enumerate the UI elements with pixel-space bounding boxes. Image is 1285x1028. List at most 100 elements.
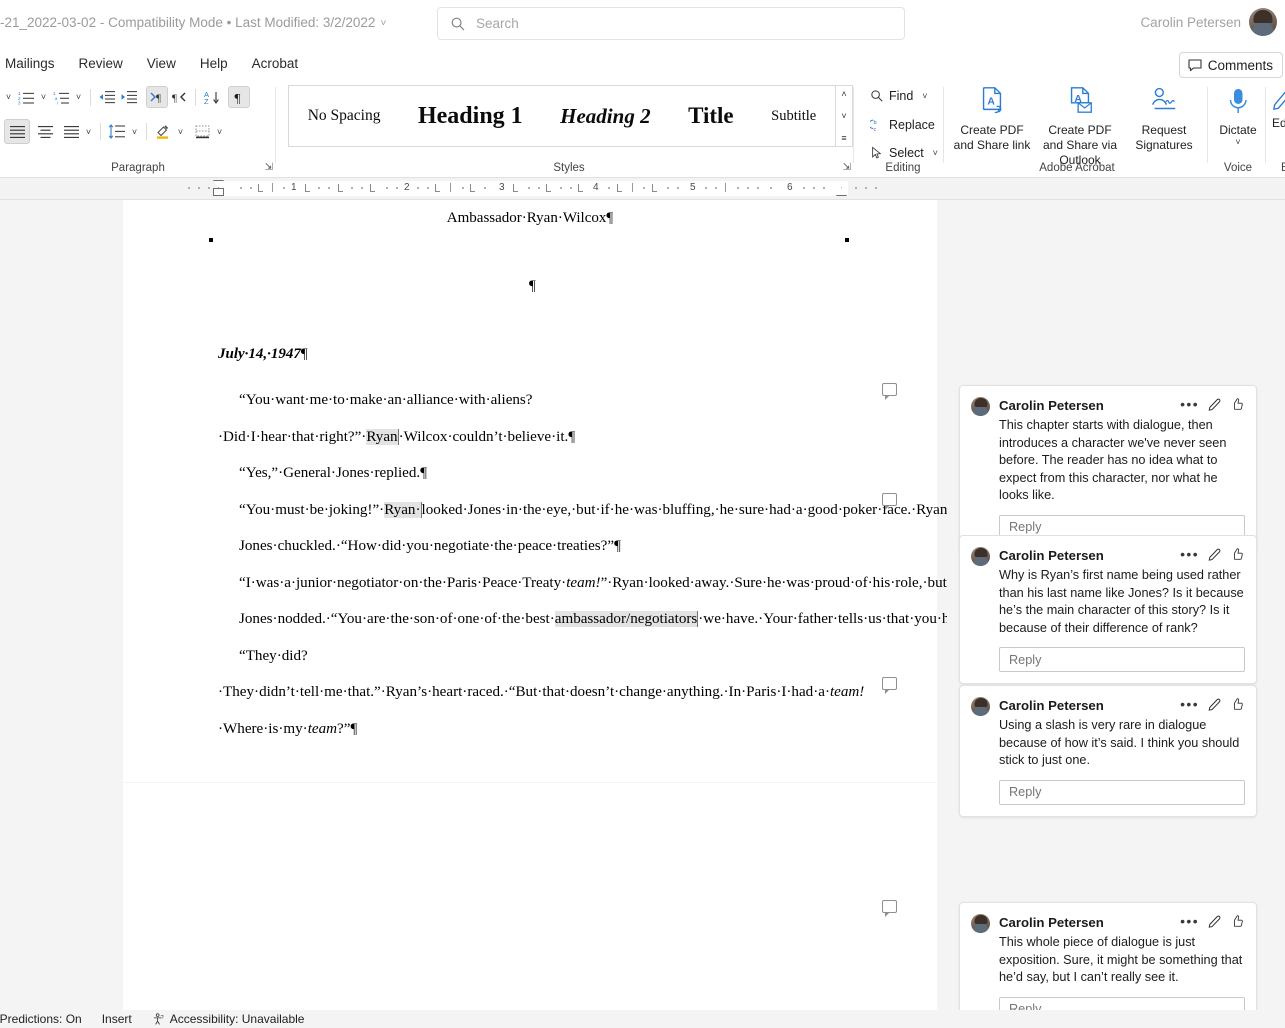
rtl-text-direction-button[interactable]: ¶	[168, 86, 190, 108]
create-pdf-and-share-link-button[interactable]: A Create PDF and Share link	[950, 85, 1034, 153]
replace-button[interactable]: b c Replace	[870, 118, 935, 132]
style-title[interactable]: Title	[682, 103, 740, 129]
align-left-button[interactable]	[4, 119, 30, 144]
edit-pencil-icon[interactable]	[1208, 397, 1222, 411]
styles-scroll-down-icon[interactable]: ˅	[841, 111, 846, 121]
comment-marker-1[interactable]	[882, 383, 897, 400]
more-options-icon[interactable]: •••	[1180, 914, 1199, 928]
more-options-icon[interactable]: •••	[1180, 397, 1199, 411]
title-chevron-down-icon[interactable]: ˅	[380, 18, 386, 29]
style-no-spacing[interactable]: No Spacing	[302, 107, 387, 125]
styles-more-icon[interactable]: ≡	[841, 133, 846, 143]
comment-anchor-text[interactable]: Ryan·	[384, 501, 422, 518]
show-formatting-marks-button[interactable]: ¶	[228, 86, 250, 108]
comment-marker-2[interactable]	[882, 493, 897, 510]
search-icon	[451, 17, 465, 30]
more-options-icon[interactable]: •••	[1180, 547, 1199, 561]
more-options-icon[interactable]: •••	[1180, 697, 1199, 711]
numbering-button[interactable]: 1 2 3	[15, 86, 37, 108]
edit-pencil-icon[interactable]	[1208, 547, 1222, 561]
edit-pencil-icon[interactable]	[1208, 697, 1222, 711]
ruler-mark-4: 4	[593, 182, 599, 193]
comment-marker-3[interactable]	[882, 677, 897, 694]
tab-mailings[interactable]: Mailings	[0, 53, 66, 74]
avatar[interactable]	[1249, 8, 1277, 36]
edit-pencil-icon[interactable]	[1208, 914, 1222, 928]
find-button[interactable]: Find ˅	[870, 89, 931, 103]
resolve-thumb-icon[interactable]	[1231, 547, 1245, 561]
line-spacing-chevron-icon[interactable]: ˅	[128, 127, 141, 137]
status-accessibility[interactable]: ? Accessibility: Unavailable	[152, 1012, 304, 1026]
dictate-button[interactable]: Dictate ˅	[1210, 87, 1266, 147]
justify-button[interactable]	[60, 121, 82, 143]
multilevel-list-button[interactable]: 1 a i	[50, 86, 72, 108]
shading-chevron-icon[interactable]: ˅	[174, 127, 187, 137]
editor-button[interactable]: Ed	[1272, 89, 1285, 130]
borders-button[interactable]	[191, 121, 213, 143]
select-button[interactable]: Select ˅	[870, 146, 942, 160]
ruler-mark-1: 1	[291, 182, 297, 193]
text-run: “You·must·be·joking!”·	[239, 501, 385, 518]
paragraph-dialog-launcher[interactable]: ⇲	[265, 162, 273, 173]
styles-scroll-up-icon[interactable]: ˄	[841, 89, 846, 99]
numbering-chevron-icon[interactable]: ˅	[37, 92, 50, 102]
document-page-2[interactable]	[123, 783, 937, 1010]
resolve-thumb-icon[interactable]	[1231, 397, 1245, 411]
ltr-text-direction-button[interactable]: ¶	[146, 86, 168, 108]
shading-button[interactable]	[152, 121, 174, 143]
dictate-label: Dictate	[1219, 123, 1257, 137]
comment-anchor-text[interactable]: ambassador/negotiators	[554, 611, 699, 627]
find-chevron-icon[interactable]: ˅	[918, 91, 931, 101]
tab-view[interactable]: View	[136, 53, 187, 74]
align-center-button[interactable]	[34, 121, 56, 143]
bullets-chevron-icon[interactable]: ˅	[2, 92, 15, 102]
tab-review[interactable]: Review	[68, 53, 134, 74]
status-insert-mode[interactable]: Insert	[102, 1012, 132, 1026]
paragraph-p2: “Yes,”·General·Jones·replied.¶	[218, 455, 848, 492]
status-predictions[interactable]: t Predictions: On	[0, 1012, 82, 1026]
emphasis-text: team	[307, 720, 338, 737]
style-heading-2[interactable]: Heading 2	[554, 104, 656, 129]
document-body[interactable]: “You·want·me·to·make·an·alliance·with·al…	[218, 382, 1285, 747]
comment-reply-input[interactable]: Reply	[999, 647, 1245, 672]
tab-help[interactable]: Help	[189, 53, 239, 74]
document-header: Ambassador·Ryan·Wilcox¶	[446, 210, 614, 226]
document-title-text: -21_2022-03-02 - Compatibility Mode • La…	[0, 15, 376, 30]
document-title[interactable]: -21_2022-03-02 - Compatibility Mode • La…	[0, 15, 386, 30]
comment-card[interactable]: Carolin Petersen ••• Why is Ryan’s first…	[959, 535, 1257, 684]
comments-button[interactable]: Comments	[1178, 52, 1283, 78]
comments-pane[interactable]: Carolin Petersen ••• This chapter starts…	[947, 200, 1285, 1028]
search-input[interactable]: Search	[437, 7, 905, 40]
comment-header: Carolin Petersen •••	[971, 696, 1245, 716]
increase-indent-button[interactable]	[118, 86, 140, 108]
request-signatures-button[interactable]: Request Signatures	[1122, 85, 1206, 153]
create-pdf-and-share-via-outlook-button[interactable]: A Create PDF and Share via Outlook	[1038, 85, 1122, 168]
text-run: Jones·chuckled.·“How·did·you·negotiate·t…	[239, 538, 615, 554]
document-page-1[interactable]: Ambassador·Ryan·Wilcox¶ ¶ July·14,·1947¶…	[123, 200, 1285, 782]
resolve-thumb-icon[interactable]	[1231, 914, 1245, 928]
multilevel-chevron-icon[interactable]: ˅	[72, 92, 85, 102]
ruler[interactable]: 1 2 3 4 5 6	[0, 178, 1285, 200]
style-subtitle[interactable]: Subtitle	[765, 108, 822, 125]
text-run: ·Where·is·my·	[218, 720, 308, 737]
line-spacing-button[interactable]	[106, 121, 128, 143]
comment-reply-input[interactable]: Reply	[999, 779, 1245, 805]
create-pdf-share-link-label: Create PDF and Share link	[953, 123, 1031, 152]
account-area[interactable]: Carolin Petersen	[1140, 8, 1277, 36]
tab-acrobat[interactable]: Acrobat	[241, 53, 310, 74]
style-heading-1[interactable]: Heading 1	[412, 103, 529, 130]
select-chevron-icon[interactable]: ˅	[929, 148, 942, 158]
dictate-chevron-icon[interactable]: ˅	[1232, 137, 1245, 147]
comment-card[interactable]: Carolin Petersen ••• This chapter starts…	[959, 385, 1257, 552]
styles-dialog-launcher[interactable]: ⇲	[843, 162, 851, 173]
left-indent-marker[interactable]	[213, 188, 224, 196]
sort-button[interactable]: A Z	[201, 86, 223, 108]
borders-chevron-icon[interactable]: ˅	[213, 127, 226, 137]
comment-marker-4[interactable]	[882, 900, 897, 917]
align-chevron-icon[interactable]: ˅	[82, 127, 95, 137]
comment-card[interactable]: Carolin Petersen ••• Using a slash is ve…	[959, 685, 1257, 817]
decrease-indent-button[interactable]	[96, 86, 118, 108]
comment-anchor-text[interactable]: Ryan	[366, 428, 399, 445]
svg-text:¶: ¶	[234, 90, 240, 105]
resolve-thumb-icon[interactable]	[1231, 697, 1245, 711]
